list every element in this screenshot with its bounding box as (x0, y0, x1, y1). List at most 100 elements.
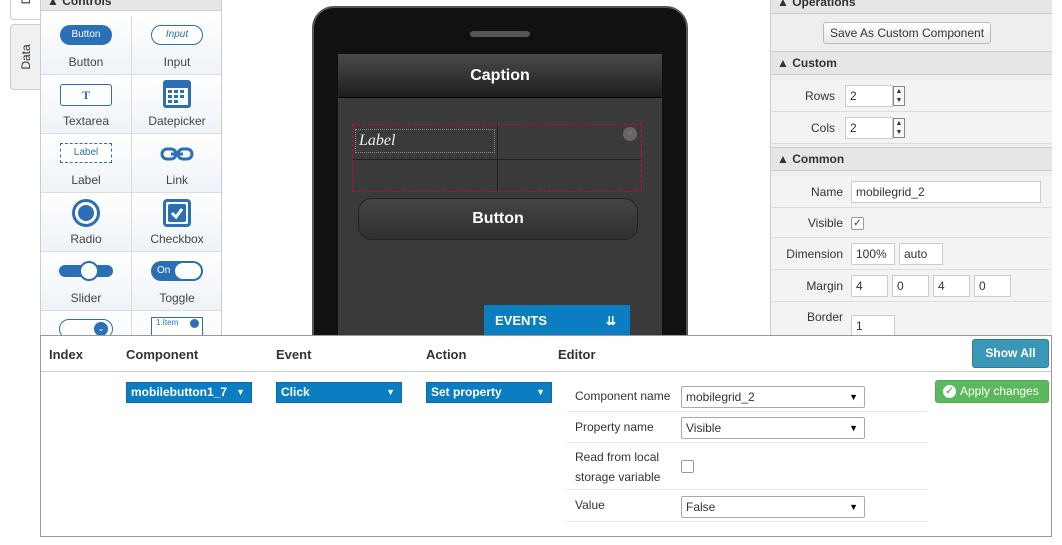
cols-stepper[interactable]: ▲ ▼ (893, 118, 905, 138)
design-canvas: Caption Label × Button (226, 0, 768, 366)
events-button-label: EVENTS (495, 313, 548, 328)
value-select[interactable]: False ▼ (681, 496, 865, 518)
property-name-label: Property name (575, 420, 654, 434)
palette-item-input[interactable]: Input Input (132, 16, 221, 75)
button-icon: Button (60, 25, 112, 45)
component-name-label: Component name (575, 389, 671, 403)
save-custom-component-button[interactable]: Save As Custom Component (823, 22, 991, 44)
common-header[interactable]: ▲ Common (771, 147, 1052, 171)
component-select[interactable]: mobilebutton1_7 ▼ (126, 382, 252, 403)
operations-header[interactable]: ▲ Operations (771, 0, 1052, 14)
double-chevron-down-icon: ⇊ (605, 314, 616, 328)
list-icon-text: 1.Item (156, 318, 179, 327)
mobile-button[interactable]: Button (358, 198, 638, 240)
common-header-label: Common (792, 152, 845, 166)
component-name-select[interactable]: mobilegrid_2 ▼ (681, 386, 865, 408)
margin-left-input[interactable]: 0 (974, 275, 1011, 297)
grid-label[interactable]: Label (355, 129, 495, 153)
name-label: Name (810, 185, 843, 199)
slider-icon (59, 261, 113, 281)
palette-label: Input (163, 55, 191, 69)
tab-design[interactable]: D (10, 0, 40, 20)
tab-data[interactable]: Data (10, 24, 40, 90)
palette-label: Radio (70, 232, 102, 246)
read-local-checkbox[interactable] (681, 460, 694, 473)
palette-item-datepicker[interactable]: Datepicker (132, 75, 221, 134)
margin-top-input[interactable]: 4 (851, 275, 888, 297)
caret-down-icon: ▼ (849, 502, 858, 512)
dimension-height-input[interactable]: auto (899, 243, 943, 265)
apply-changes-button[interactable]: ✓ Apply changes (935, 380, 1049, 403)
editor-row-read-local: Read from local storage variable (567, 443, 927, 490)
vertical-tabs: D Data (0, 0, 40, 545)
column-header-action: Action (426, 347, 467, 362)
rows-row: Rows 2 ▲ ▼ (771, 80, 1052, 112)
grid-divider (353, 159, 641, 160)
operations-header-label: Operations (792, 0, 856, 9)
palette-label: Datepicker (148, 114, 206, 128)
palette-item-textarea[interactable]: T Textarea (41, 75, 132, 134)
checkbox-icon (163, 199, 191, 227)
controls-palette: ▲ Controls Button Button Input Input T T… (40, 0, 222, 340)
caret-down-icon: ▼ (536, 387, 545, 397)
controls-header[interactable]: ▲ Controls (41, 0, 221, 11)
caret-down-icon: ▼ (236, 387, 245, 397)
column-header-event: Event (276, 347, 312, 362)
grid-divider (497, 125, 498, 191)
property-name-select[interactable]: Visible ▼ (681, 417, 865, 439)
close-icon[interactable]: × (623, 127, 637, 141)
mobile-grid[interactable]: Label × (352, 124, 642, 192)
palette-label: Button (68, 55, 104, 69)
events-header-row: Index Component Event Action Editor Show… (41, 336, 1051, 372)
show-all-button[interactable]: Show All (972, 339, 1049, 368)
action-select-value: Set property (431, 385, 502, 399)
label-icon-text: Label (73, 147, 99, 158)
palette-item-button[interactable]: Button Button (41, 16, 132, 75)
properties-panel: ▲ Operations Save As Custom Component ▲ … (770, 0, 1052, 340)
visible-row: Visible ✓ (771, 208, 1052, 238)
palette-item-radio[interactable]: Radio (41, 193, 132, 252)
margin-right-input[interactable]: 0 (892, 275, 929, 297)
phone-speaker (470, 31, 530, 37)
palette-item-slider[interactable]: Slider (41, 252, 132, 311)
palette-item-checkbox[interactable]: Checkbox (132, 193, 221, 252)
caret-down-icon: ▼ (386, 387, 395, 397)
column-header-editor: Editor (558, 347, 596, 362)
margin-bottom-input[interactable]: 4 (933, 275, 970, 297)
name-input[interactable]: mobilegrid_2 (851, 181, 1041, 203)
input-icon-text: Input (165, 29, 189, 40)
editor-row-component-name: Component name mobilegrid_2 ▼ (567, 382, 927, 412)
palette-label: Slider (70, 291, 102, 305)
dimension-row: Dimension 100% auto (771, 238, 1052, 270)
rows-stepper[interactable]: ▲ ▼ (893, 86, 905, 106)
custom-header[interactable]: ▲ Custom (771, 51, 1052, 75)
rows-input[interactable]: 2 (845, 85, 893, 107)
action-select[interactable]: Set property ▼ (426, 382, 552, 403)
palette-item-link[interactable]: Link (132, 134, 221, 193)
margin-label: Margin (806, 279, 843, 293)
value-label: Value (575, 498, 605, 512)
component-name-value: mobilegrid_2 (686, 390, 755, 404)
editor-row-value: Value False ▼ (567, 490, 927, 522)
event-select-value: Click (281, 385, 310, 399)
event-select[interactable]: Click ▼ (276, 382, 402, 403)
screen-caption[interactable]: Caption (338, 54, 662, 98)
toggle-icon-text: On (157, 265, 171, 276)
palette-item-toggle[interactable]: On Toggle (132, 252, 221, 311)
palette-label: Label (71, 173, 101, 187)
value-select-value: False (686, 500, 716, 514)
caret-down-icon: ▼ (849, 392, 858, 402)
read-local-label-line2: storage variable (575, 470, 661, 484)
visible-checkbox[interactable]: ✓ (851, 217, 864, 230)
palette-item-label[interactable]: Label Label (41, 134, 132, 193)
dimension-label: Dimension (786, 247, 843, 261)
visible-label: Visible (807, 216, 843, 230)
cols-label: Cols (810, 121, 835, 135)
column-header-component: Component (126, 347, 199, 362)
border-input[interactable]: 1 (851, 315, 895, 337)
label-icon: Label (60, 143, 112, 163)
events-toggle-button[interactable]: EVENTS ⇊ (484, 305, 630, 337)
dimension-width-input[interactable]: 100% (851, 243, 895, 265)
cols-input[interactable]: 2 (845, 117, 893, 139)
textarea-icon: T (60, 84, 112, 106)
